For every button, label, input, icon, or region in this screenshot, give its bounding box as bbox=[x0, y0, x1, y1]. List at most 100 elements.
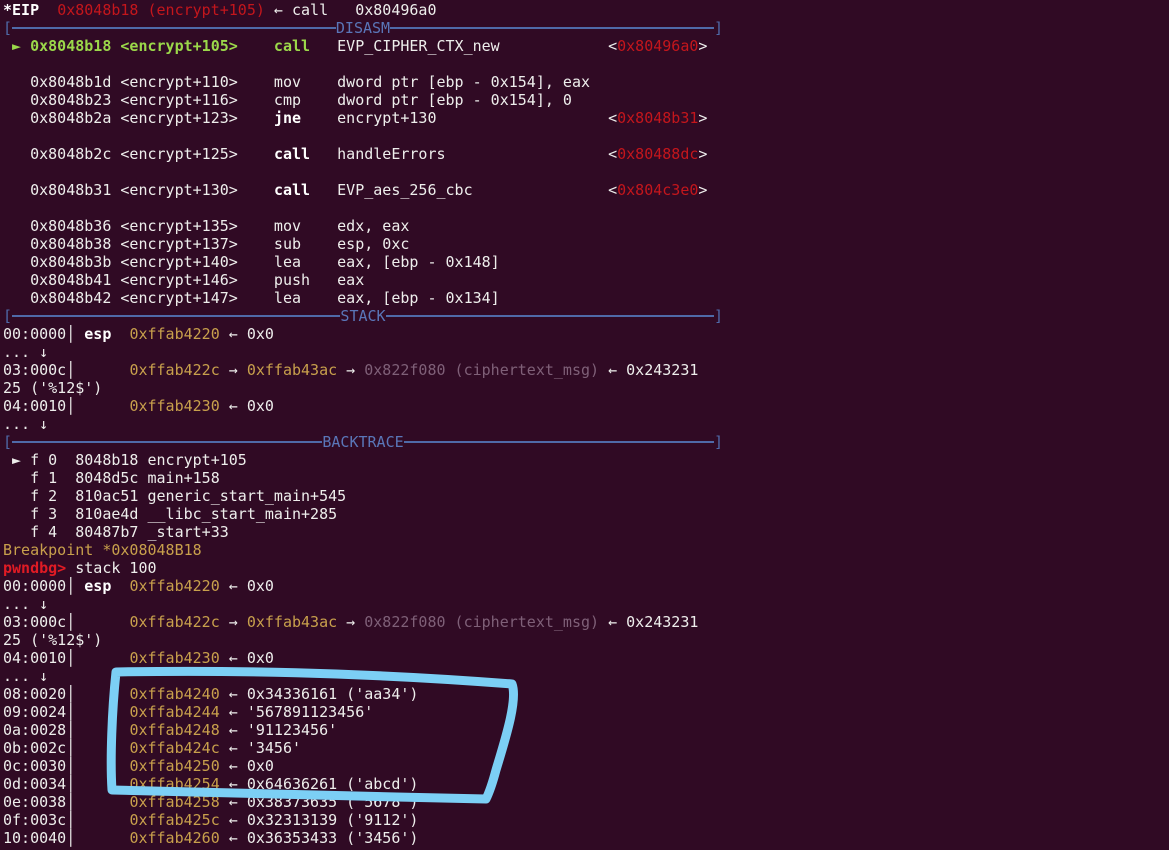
terminal-text: EVP_CIPHER_CTX_new < bbox=[310, 37, 618, 55]
terminal-text: 0x8048b38 <encrypt+137> sub esp, 0xc bbox=[3, 235, 410, 253]
terminal-text: call bbox=[273, 181, 311, 199]
terminal-line: 0x8048b3b <encrypt+140> lea eax, [ebp - … bbox=[3, 253, 723, 271]
terminal-text: ← 0x36353433 ('3456') bbox=[219, 829, 419, 847]
terminal-text: > bbox=[698, 109, 708, 127]
terminal-text: 08:0020│ bbox=[3, 685, 130, 703]
terminal-text: 0x8048b18 (encrypt+105) bbox=[57, 1, 265, 19]
terminal-text: 0a:0028│ bbox=[3, 721, 130, 739]
terminal-text: encrypt+130 < bbox=[301, 109, 618, 127]
terminal-line: ... ↓ bbox=[3, 595, 723, 613]
terminal-text: pwndbg> bbox=[3, 559, 67, 577]
terminal-text: 0x822f080 (ciphertext_msg) bbox=[364, 361, 600, 379]
terminal-text: 0xffab43ac bbox=[246, 613, 338, 631]
terminal-line: 10:0040│ 0xffab4260 ← 0x36353433 ('3456'… bbox=[3, 829, 723, 847]
terminal-text: ← 0x0 bbox=[219, 757, 274, 775]
terminal-text: 0x8048b31 <encrypt+130> bbox=[3, 181, 274, 199]
terminal-line: 0x8048b2c <encrypt+125> call handleError… bbox=[3, 145, 723, 163]
terminal-line: ... ↓ bbox=[3, 415, 723, 433]
terminal-text: 0xffab4244 bbox=[129, 703, 220, 721]
section-header-backtrace: [BACKTRACE] bbox=[3, 433, 723, 451]
terminal-text: 0x80488dc bbox=[617, 145, 699, 163]
terminal-text: 0xffab4240 bbox=[129, 685, 220, 703]
terminal-text: 0c:0030│ bbox=[3, 757, 130, 775]
section-header-stack: [STACK] bbox=[3, 307, 723, 325]
terminal-text: 0x8048b31 bbox=[617, 109, 699, 127]
terminal-line: 0f:003c│ 0xffab425c ← 0x32313139 ('9112'… bbox=[3, 811, 723, 829]
terminal-text: 0xffab4250 bbox=[129, 757, 220, 775]
terminal-line: 25 ('%12$') bbox=[3, 631, 723, 649]
terminal-text: jne bbox=[273, 109, 302, 127]
terminal-text: 0x8048b1d <encrypt+110> mov dword ptr [e… bbox=[3, 73, 590, 91]
section-rule bbox=[385, 315, 714, 317]
bracket-right: ] bbox=[713, 433, 723, 451]
terminal-line: ► 0x8048b18 <encrypt+105> call EVP_CIPHE… bbox=[3, 37, 723, 55]
terminal-text: 0xffab4254 bbox=[129, 775, 220, 793]
terminal-text: ← 0x0 bbox=[219, 577, 274, 595]
terminal-text: ← 0x38373635 ('5678') bbox=[219, 793, 419, 811]
terminal-text: f 4 80487b7 _start+33 bbox=[3, 523, 229, 541]
terminal-text: 04:0010│ bbox=[3, 649, 130, 667]
terminal-text: esp bbox=[84, 577, 112, 595]
terminal-text: stack 100 bbox=[66, 559, 157, 577]
terminal-text: 0xffab4220 bbox=[129, 577, 220, 595]
terminal-text: 0x8048b36 <encrypt+135> mov edx, eax bbox=[3, 217, 410, 235]
terminal-text: *EIP bbox=[3, 1, 40, 19]
terminal-text: handleErrors < bbox=[310, 145, 618, 163]
terminal-text: 0x8048b23 <encrypt+116> cmp dword ptr [e… bbox=[3, 91, 572, 109]
terminal-text: EVP_aes_256_cbc < bbox=[310, 181, 618, 199]
terminal-text: Breakpoint *0x08048B18 bbox=[3, 541, 202, 559]
terminal-line: 25 ('%12$') bbox=[3, 379, 723, 397]
terminal-text: 0xffab4230 bbox=[129, 397, 220, 415]
terminal-line: 0b:002c│ 0xffab424c ← '3456' bbox=[3, 739, 723, 757]
section-rule bbox=[12, 27, 336, 29]
terminal-line: 0x8048b38 <encrypt+137> sub esp, 0xc bbox=[3, 235, 723, 253]
section-rule bbox=[403, 441, 714, 443]
terminal-text: 0x8048b41 <encrypt+146> push eax bbox=[3, 271, 365, 289]
terminal-text: → bbox=[337, 361, 365, 379]
terminal-text: ... ↓ bbox=[3, 667, 49, 685]
section-title: STACK bbox=[340, 307, 386, 325]
terminal-text: 04:0010│ bbox=[3, 397, 130, 415]
terminal-text: 0xffab43ac bbox=[246, 361, 338, 379]
terminal-text: ← call 0x80496a0 bbox=[264, 1, 437, 19]
terminal-line: pwndbg> stack 100 bbox=[3, 559, 723, 577]
terminal-text: > bbox=[698, 181, 708, 199]
terminal-line: 08:0020│ 0xffab4240 ← 0x34336161 ('aa34'… bbox=[3, 685, 723, 703]
section-rule bbox=[12, 441, 323, 443]
terminal-text: 0x8048b2a <encrypt+123> bbox=[3, 109, 274, 127]
terminal-line: 0x8048b31 <encrypt+130> call EVP_aes_256… bbox=[3, 181, 723, 199]
terminal-text: 0x822f080 (ciphertext_msg) bbox=[364, 613, 600, 631]
terminal-text: ← 0x0 bbox=[219, 397, 274, 415]
terminal-text: > bbox=[698, 145, 708, 163]
terminal-text: f 2 810ac51 generic_start_main+545 bbox=[3, 487, 347, 505]
terminal-text: ← 0x64636261 ('abcd') bbox=[219, 775, 419, 793]
terminal-text: ← '567891123456' bbox=[219, 703, 374, 721]
section-title: DISASM bbox=[335, 19, 391, 37]
terminal-text: 09:0024│ bbox=[3, 703, 130, 721]
section-rule bbox=[390, 27, 714, 29]
bracket-left: [ bbox=[3, 19, 13, 37]
terminal-text: 0xffab422c bbox=[129, 613, 220, 631]
terminal-text: 0f:003c│ bbox=[3, 811, 130, 829]
terminal-text: f 1 8048d5c main+158 bbox=[3, 469, 220, 487]
bracket-right: ] bbox=[713, 307, 723, 325]
terminal-line: 0c:0030│ 0xffab4250 ← 0x0 bbox=[3, 757, 723, 775]
terminal-text: ← '91123456' bbox=[219, 721, 338, 739]
terminal-text: esp bbox=[84, 325, 112, 343]
terminal-text: 0x8048b42 <encrypt+147> lea eax, [ebp - … bbox=[3, 289, 500, 307]
terminal-text: ► bbox=[3, 37, 31, 55]
terminal-line: 09:0024│ 0xffab4244 ← '567891123456' bbox=[3, 703, 723, 721]
terminal-line: 00:0000│ esp 0xffab4220 ← 0x0 bbox=[3, 577, 723, 595]
terminal-text: → bbox=[219, 361, 247, 379]
terminal-text: 0b:002c│ bbox=[3, 739, 130, 757]
terminal-text: → bbox=[337, 613, 365, 631]
terminal-line: 0x8048b36 <encrypt+135> mov edx, eax bbox=[3, 217, 723, 235]
terminal-line: f 1 8048d5c main+158 bbox=[3, 469, 723, 487]
terminal-text: ← 0x243231 bbox=[599, 613, 699, 631]
bracket-left: [ bbox=[3, 433, 13, 451]
terminal-text: → bbox=[219, 613, 247, 631]
section-header-disasm: [DISASM] bbox=[3, 19, 723, 37]
